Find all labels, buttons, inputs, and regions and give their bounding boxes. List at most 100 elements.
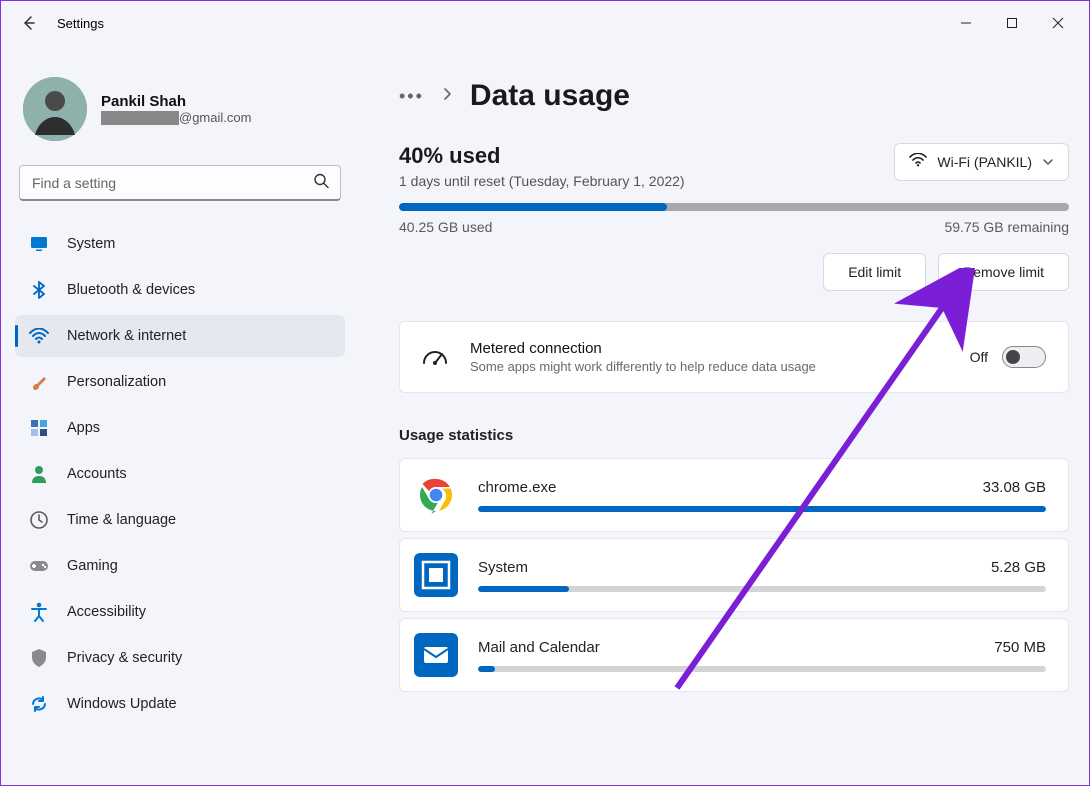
update-icon	[29, 694, 49, 714]
mail-icon	[414, 633, 458, 677]
stat-row[interactable]: Mail and Calendar 750 MB	[399, 618, 1069, 692]
back-button[interactable]	[9, 7, 49, 39]
sidebar-item-network[interactable]: Network & internet	[15, 315, 345, 357]
stat-progress-fill	[478, 506, 1046, 512]
sidebar-item-accounts[interactable]: Accounts	[15, 453, 345, 495]
gamepad-icon	[29, 556, 49, 576]
gauge-icon	[422, 345, 448, 370]
sidebar-item-label: Accounts	[67, 466, 127, 482]
network-selector[interactable]: Wi-Fi (PANKIL)	[894, 143, 1069, 181]
maximize-icon	[1006, 17, 1018, 29]
breadcrumb-more-button[interactable]: •••	[399, 86, 424, 107]
limit-buttons: Edit limit Remove limit	[399, 253, 1069, 291]
sidebar-item-label: Accessibility	[67, 604, 146, 620]
sidebar: Pankil Shah @gmail.com System Bluetooth &…	[1, 45, 359, 785]
system-app-icon	[414, 553, 458, 597]
remove-limit-button[interactable]: Remove limit	[938, 253, 1069, 291]
sidebar-item-label: System	[67, 236, 115, 252]
person-icon	[29, 464, 49, 484]
stat-size: 750 MB	[994, 639, 1046, 656]
window-controls	[943, 7, 1081, 39]
stat-name: Mail and Calendar	[478, 639, 600, 656]
chevron-down-icon	[1042, 153, 1054, 171]
remaining-label: 59.75 GB remaining	[944, 219, 1069, 235]
titlebar: Settings	[1, 1, 1089, 45]
sidebar-item-update[interactable]: Windows Update	[15, 683, 345, 725]
sidebar-item-label: Personalization	[67, 374, 166, 390]
apps-icon	[29, 418, 49, 438]
sidebar-item-label: Network & internet	[67, 328, 186, 344]
monitor-icon	[29, 234, 49, 254]
sidebar-item-label: Windows Update	[67, 696, 177, 712]
stat-name: System	[478, 559, 528, 576]
app-title: Settings	[57, 16, 104, 31]
email-redacted	[101, 111, 179, 125]
bluetooth-icon	[29, 280, 49, 300]
stat-progress-fill	[478, 586, 569, 592]
sidebar-item-label: Gaming	[67, 558, 118, 574]
search-wrap	[19, 165, 341, 201]
wifi-icon	[29, 326, 49, 346]
profile-name: Pankil Shah	[101, 93, 251, 110]
stat-row[interactable]: chrome.exe 33.08 GB	[399, 458, 1069, 532]
usage-reset-label: 1 days until reset (Tuesday, February 1,…	[399, 173, 685, 189]
minimize-icon	[960, 17, 972, 29]
main-content: ••• Data usage 40% used 1 days until res…	[359, 45, 1089, 785]
sidebar-item-apps[interactable]: Apps	[15, 407, 345, 449]
brush-icon	[29, 372, 49, 392]
close-icon	[1052, 17, 1064, 29]
shield-icon	[29, 648, 49, 668]
usage-summary: 40% used 1 days until reset (Tuesday, Fe…	[399, 143, 1069, 189]
breadcrumb: ••• Data usage	[399, 79, 1069, 113]
sidebar-item-privacy[interactable]: Privacy & security	[15, 637, 345, 679]
sidebar-item-gaming[interactable]: Gaming	[15, 545, 345, 587]
clock-icon	[29, 510, 49, 530]
sidebar-item-bluetooth[interactable]: Bluetooth & devices	[15, 269, 345, 311]
stat-progress	[478, 506, 1046, 512]
stat-name: chrome.exe	[478, 479, 556, 496]
sidebar-item-label: Time & language	[67, 512, 176, 528]
stat-progress	[478, 586, 1046, 592]
sidebar-item-label: Privacy & security	[67, 650, 182, 666]
nav-list: System Bluetooth & devices Network & inter…	[13, 223, 347, 725]
sidebar-item-label: Bluetooth & devices	[67, 282, 195, 298]
edit-limit-button[interactable]: Edit limit	[823, 253, 926, 291]
chrome-icon	[414, 473, 458, 517]
overall-progress	[399, 203, 1069, 211]
minimize-button[interactable]	[943, 7, 989, 39]
sidebar-item-personalization[interactable]: Personalization	[15, 361, 345, 403]
search-input[interactable]	[19, 165, 341, 201]
stat-progress-fill	[478, 666, 495, 672]
sidebar-item-accessibility[interactable]: Accessibility	[15, 591, 345, 633]
stats-section-title: Usage statistics	[399, 427, 1069, 444]
arrow-left-icon	[21, 15, 37, 31]
sidebar-item-system[interactable]: System	[15, 223, 345, 265]
chevron-right-icon	[442, 87, 452, 106]
sidebar-item-label: Apps	[67, 420, 100, 436]
profile-block[interactable]: Pankil Shah @gmail.com	[13, 61, 347, 165]
wifi-icon	[909, 153, 927, 172]
stat-size: 33.08 GB	[983, 479, 1046, 496]
maximize-button[interactable]	[989, 7, 1035, 39]
progress-labels: 40.25 GB used 59.75 GB remaining	[399, 219, 1069, 235]
metered-card[interactable]: Metered connection Some apps might work …	[399, 321, 1069, 393]
stat-progress	[478, 666, 1046, 672]
page-title: Data usage	[470, 79, 630, 113]
close-button[interactable]	[1035, 7, 1081, 39]
stat-row[interactable]: System 5.28 GB	[399, 538, 1069, 612]
metered-desc: Some apps might work differently to help…	[470, 359, 816, 374]
avatar	[23, 77, 87, 141]
network-name: Wi-Fi (PANKIL)	[937, 154, 1032, 170]
stats-list: chrome.exe 33.08 GB System 5.28 GB Mail …	[399, 458, 1069, 692]
toggle-knob	[1006, 350, 1020, 364]
accessibility-icon	[29, 602, 49, 622]
usage-percent: 40% used	[399, 143, 685, 169]
stat-size: 5.28 GB	[991, 559, 1046, 576]
used-label: 40.25 GB used	[399, 219, 492, 235]
metered-toggle[interactable]	[1002, 346, 1046, 368]
overall-progress-fill	[399, 203, 667, 211]
metered-title: Metered connection	[470, 340, 816, 357]
profile-email: @gmail.com	[101, 110, 251, 126]
sidebar-item-time[interactable]: Time & language	[15, 499, 345, 541]
search-icon[interactable]	[313, 173, 329, 194]
